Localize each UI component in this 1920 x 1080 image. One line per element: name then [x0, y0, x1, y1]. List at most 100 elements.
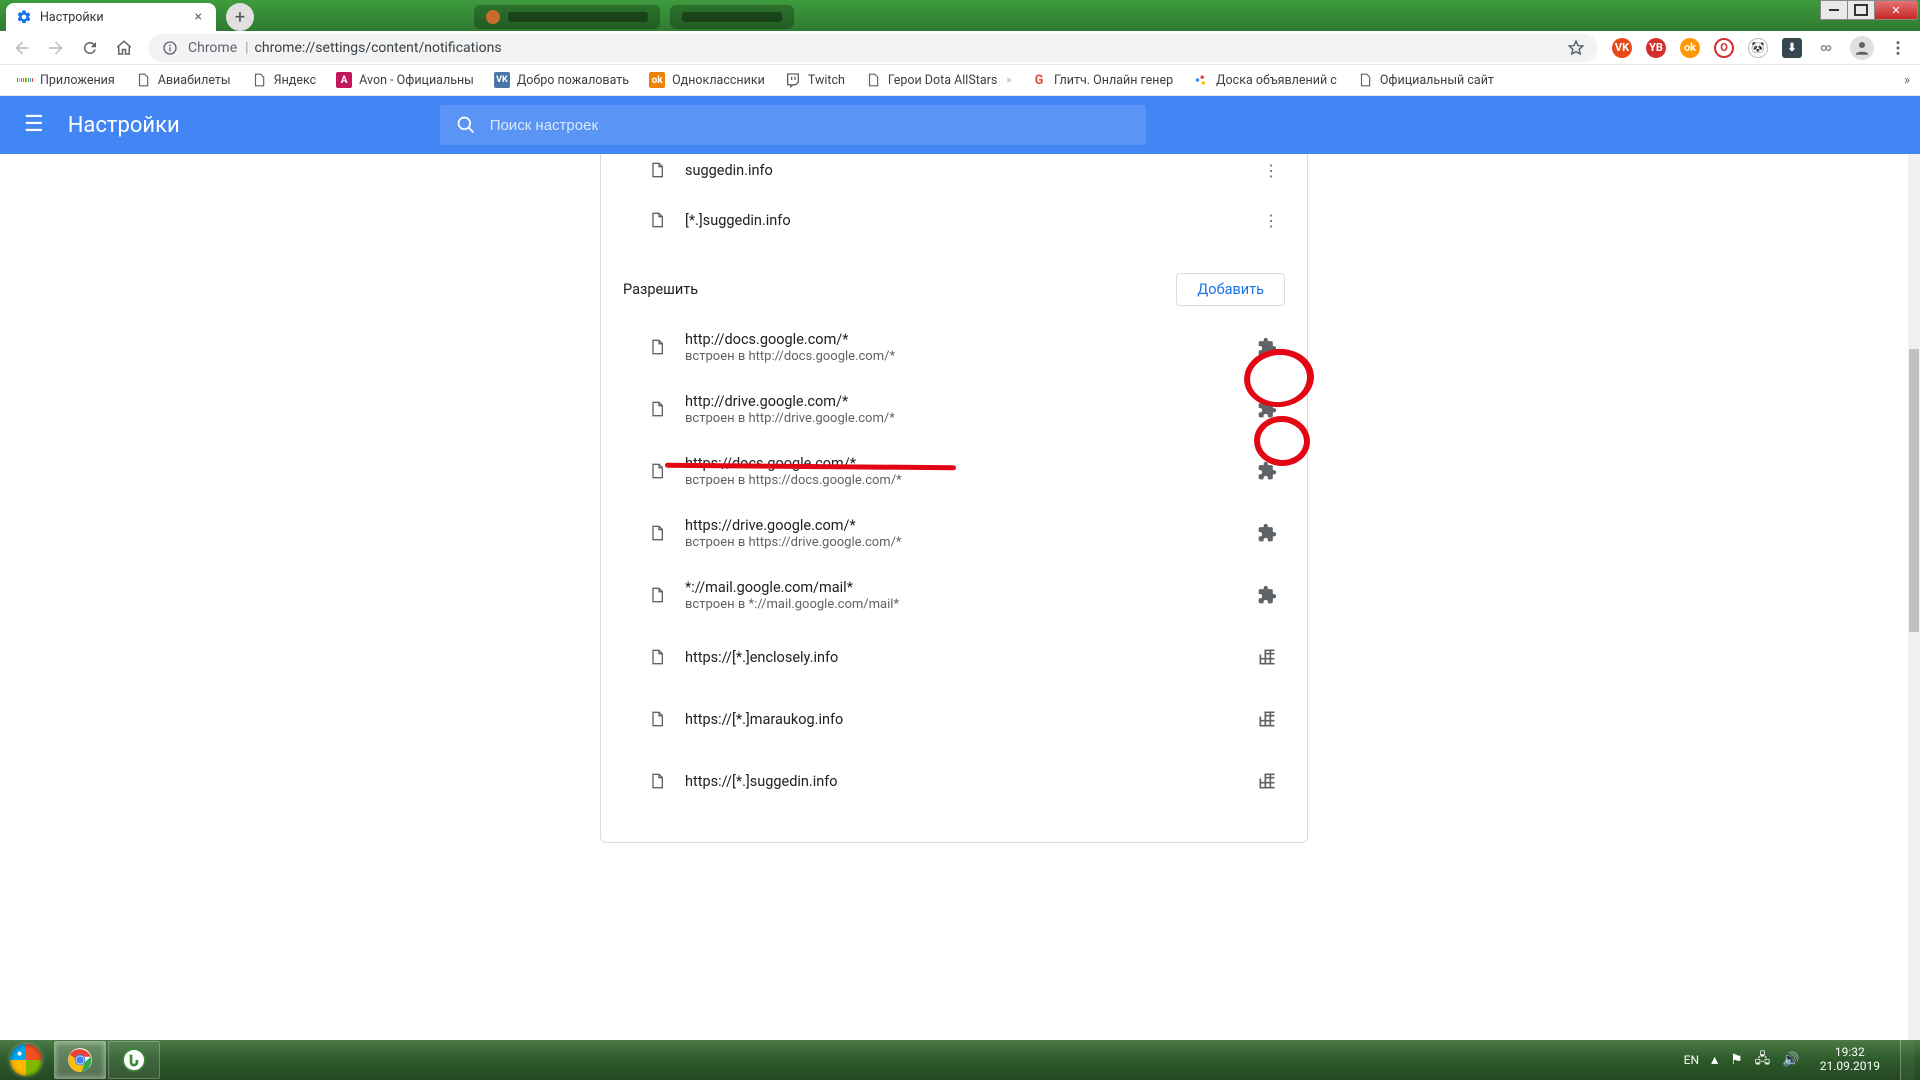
settings-search-input[interactable]	[490, 117, 1130, 134]
new-tab-button[interactable]: +	[226, 3, 254, 31]
bookmarks-overflow-button[interactable]: »	[1904, 73, 1910, 88]
extension-icon[interactable]: 🐼	[1748, 38, 1768, 58]
site-row[interactable]: suggedin.info ⋮	[601, 154, 1307, 195]
tab-close-button[interactable]: ×	[195, 9, 202, 25]
site-row[interactable]: https://docs.google.com/*встроен в https…	[601, 440, 1307, 502]
taskbar: EN ▴ ⚑ 🖧 🔊 19:32 21.09.2019	[0, 1040, 1920, 1080]
g-icon: G	[1031, 72, 1047, 88]
bookmark-item[interactable]: Авиабилеты	[128, 68, 238, 92]
url-prefix: Chrome	[188, 40, 237, 56]
site-title: https://[*.]enclosely.info	[685, 649, 838, 666]
extensions-row: VK YB ok O 🐼 ⬇ ∞	[1612, 36, 1908, 60]
tray-clock[interactable]: 19:32 21.09.2019	[1812, 1046, 1888, 1074]
tray-network-icon[interactable]: 🖧	[1755, 1048, 1771, 1072]
bookmark-label: Герои Dota AllStars	[888, 73, 997, 88]
extension-icon[interactable]: ⬇	[1782, 38, 1802, 58]
nav-reload-button[interactable]	[80, 38, 100, 58]
extension-icon[interactable]: YB	[1646, 38, 1666, 58]
more-actions-button[interactable]: ⋮	[1257, 161, 1285, 180]
menu-button[interactable]	[1888, 38, 1908, 58]
bookmark-item[interactable]: Доска объявлений с	[1186, 68, 1344, 92]
site-row[interactable]: http://drive.google.com/*встроен в http:…	[601, 378, 1307, 440]
site-row[interactable]: *://mail.google.com/mail*встроен в *://m…	[601, 564, 1307, 626]
page-icon	[649, 339, 665, 355]
nav-home-button[interactable]	[114, 38, 134, 58]
bookmark-label: Доска объявлений с	[1216, 73, 1337, 88]
browser-tab-settings[interactable]: Настройки ×	[6, 3, 216, 31]
add-site-button[interactable]: Добавить	[1176, 273, 1285, 306]
gear-icon	[16, 9, 32, 25]
taskbar-app-chrome[interactable]	[54, 1041, 106, 1079]
policy-indicator-icon	[1257, 647, 1285, 667]
title-placeholder	[682, 12, 782, 22]
section-title: Разрешить	[623, 281, 698, 298]
bookmark-label: Приложения	[40, 73, 115, 88]
page-icon	[649, 162, 665, 178]
site-subtitle: встроен в http://drive.google.com/*	[685, 411, 895, 426]
site-row[interactable]: https://[*.]maraukog.info	[601, 688, 1307, 750]
site-title: https://docs.google.com/*	[685, 455, 902, 472]
profile-button[interactable]	[1850, 36, 1874, 60]
bookmark-item[interactable]: Официальный сайт	[1350, 68, 1501, 92]
site-row[interactable]: https://[*.]enclosely.info	[601, 626, 1307, 688]
settings-search[interactable]	[440, 105, 1146, 145]
page-icon	[251, 72, 267, 88]
bookmark-item[interactable]: A Avon - Официальны	[329, 68, 481, 92]
tray-date: 21.09.2019	[1820, 1060, 1880, 1074]
avon-icon: A	[336, 72, 352, 88]
site-row[interactable]: [*.]suggedin.info ⋮	[601, 195, 1307, 245]
taskbar-app-utorrent[interactable]	[108, 1041, 160, 1079]
system-tray: EN ▴ ⚑ 🖧 🔊 19:32 21.09.2019	[1684, 1040, 1920, 1080]
nav-forward-button[interactable]	[46, 38, 66, 58]
nav-back-button[interactable]	[12, 38, 32, 58]
page-title: Настройки	[68, 113, 180, 138]
extension-icon[interactable]: ok	[1680, 38, 1700, 58]
bookmark-item[interactable]: VK Добро пожаловать	[487, 68, 636, 92]
inactive-tab[interactable]	[474, 5, 660, 29]
window-maximize-button[interactable]	[1847, 0, 1875, 20]
page-icon	[649, 649, 665, 665]
more-actions-button[interactable]: ⋮	[1257, 211, 1285, 230]
browser-toolbar: Chrome | chrome://settings/content/notif…	[0, 31, 1920, 65]
site-row[interactable]: https://[*.]suggedin.info	[601, 750, 1307, 812]
bookmark-item[interactable]: G Глитч. Онлайн генер	[1024, 68, 1180, 92]
scrollbar-thumb[interactable]	[1909, 349, 1919, 633]
settings-content: [*.]maraukog.info ⋮ suggedin.info ⋮ [*.]…	[0, 154, 1920, 1040]
tray-flag-icon[interactable]: ⚑	[1730, 1052, 1743, 1068]
bookmark-item[interactable]: Яндекс	[244, 68, 324, 92]
site-title: suggedin.info	[685, 162, 773, 179]
page-icon	[649, 587, 665, 603]
inactive-tab[interactable]	[670, 5, 794, 29]
twitch-icon	[785, 72, 801, 88]
site-subtitle: встроен в http://docs.google.com/*	[685, 349, 895, 364]
vertical-scrollbar[interactable]	[1908, 154, 1920, 1040]
extension-icon[interactable]: O	[1714, 38, 1734, 58]
bookmark-item[interactable]: Twitch	[778, 68, 852, 92]
site-info-icon[interactable]	[160, 38, 180, 58]
bookmark-item[interactable]: ok Одноклассники	[642, 68, 772, 92]
policy-indicator-icon	[1257, 771, 1285, 791]
site-title: [*.]suggedin.info	[685, 212, 791, 229]
extension-indicator-icon	[1257, 399, 1285, 419]
window-minimize-button[interactable]	[1820, 0, 1848, 20]
page-icon	[649, 711, 665, 727]
tray-volume-icon[interactable]: 🔊	[1782, 1052, 1799, 1068]
address-bar[interactable]: Chrome | chrome://settings/content/notif…	[148, 34, 1598, 62]
bookmark-apps[interactable]: Приложения	[10, 68, 122, 92]
url-text: chrome://settings/content/notifications	[255, 40, 502, 56]
tray-language[interactable]: EN	[1684, 1053, 1699, 1067]
notifications-card: [*.]maraukog.info ⋮ suggedin.info ⋮ [*.]…	[600, 154, 1308, 843]
site-title: http://drive.google.com/*	[685, 393, 895, 410]
extension-icon[interactable]: VK	[1612, 38, 1632, 58]
window-close-button[interactable]	[1874, 0, 1918, 20]
star-icon[interactable]	[1566, 38, 1586, 58]
start-button[interactable]	[0, 1040, 52, 1080]
site-row[interactable]: http://docs.google.com/*встроен в http:/…	[601, 316, 1307, 378]
extension-icon[interactable]: ∞	[1816, 38, 1836, 58]
site-row[interactable]: https://drive.google.com/*встроен в http…	[601, 502, 1307, 564]
show-desktop-button[interactable]	[1900, 1040, 1914, 1080]
tray-show-hidden-icon[interactable]: ▴	[1711, 1052, 1718, 1068]
apps-icon	[17, 72, 33, 88]
bookmark-item[interactable]: Герои Dota AllStars »	[858, 68, 1018, 92]
menu-icon[interactable]: ☰	[24, 114, 44, 136]
